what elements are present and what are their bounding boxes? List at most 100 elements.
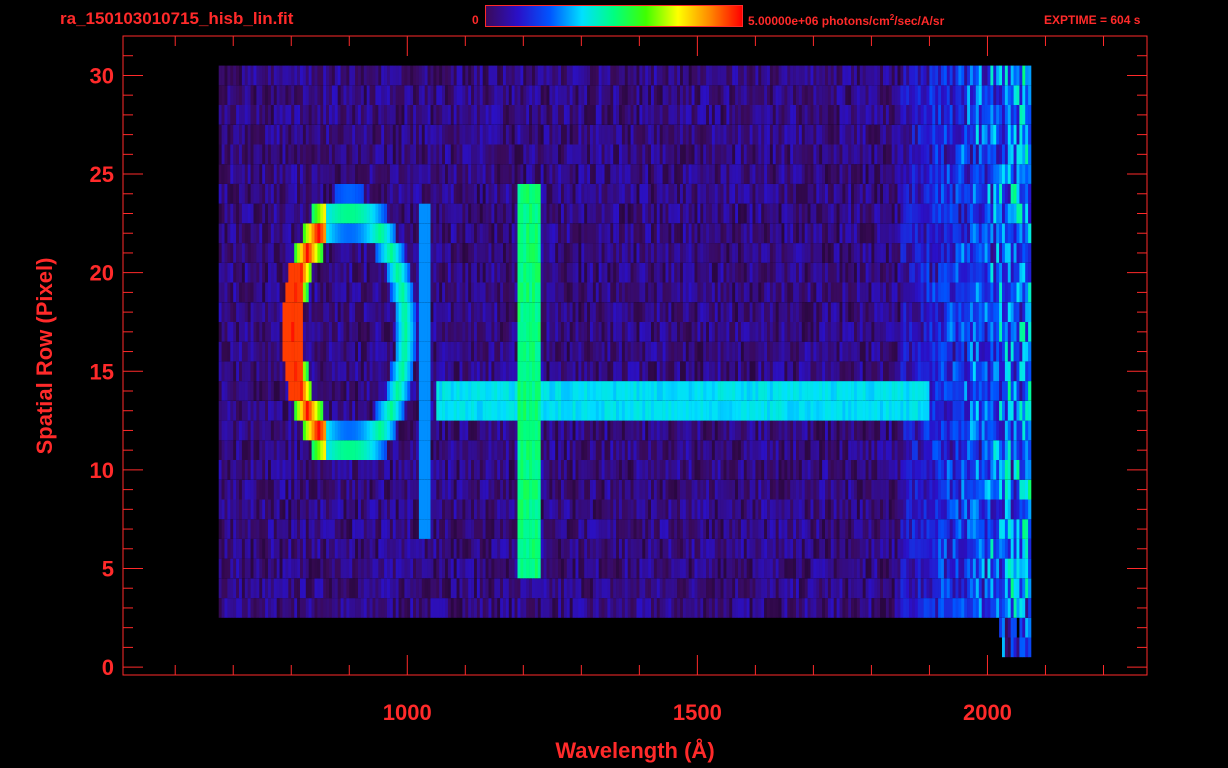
heatmap-cell [314, 578, 318, 599]
heatmap-cell [294, 341, 298, 362]
heatmap-cell [981, 282, 985, 303]
heatmap-cell [520, 302, 524, 322]
heatmap-cell [830, 598, 834, 618]
heatmap-cell [459, 440, 463, 460]
heatmap-cell [909, 440, 913, 460]
heatmap-cell [955, 479, 959, 500]
heatmap-cell [662, 341, 666, 362]
heatmap-cell [610, 282, 614, 303]
heatmap-cell [297, 341, 301, 362]
heatmap-cell [526, 282, 530, 303]
heatmap-cell [819, 538, 823, 559]
heatmap-cell [856, 400, 861, 421]
heatmap-cell [972, 558, 977, 579]
heatmap-cell [607, 499, 611, 520]
heatmap-cell [914, 460, 919, 480]
heatmap-cell [294, 322, 298, 342]
heatmap-cell [807, 341, 811, 362]
heatmap-cell [758, 400, 762, 421]
heatmap-cell [949, 598, 953, 618]
heatmap-cell [685, 598, 689, 618]
heatmap-cell [787, 578, 791, 599]
heatmap-cell [987, 400, 991, 421]
heatmap-cell [714, 381, 718, 401]
heatmap-cell [761, 479, 765, 500]
heatmap-cell [642, 519, 646, 539]
heatmap-cell [563, 460, 568, 480]
heatmap-cell [511, 282, 515, 303]
heatmap-cell [314, 361, 318, 382]
heatmap-cell [1016, 322, 1020, 342]
heatmap-cell [682, 381, 687, 401]
heatmap-cell [900, 578, 904, 599]
heatmap-cell [700, 479, 704, 500]
heatmap-cell [247, 420, 251, 441]
heatmap-cell [233, 558, 237, 579]
heatmap-cell [236, 381, 240, 401]
heatmap-cell [651, 341, 655, 362]
heatmap-cell [355, 262, 359, 283]
heatmap-cell [749, 302, 753, 322]
heatmap-cell [427, 499, 431, 520]
heatmap-cell [227, 262, 231, 283]
heatmap-cell [294, 262, 298, 283]
heatmap-cell [331, 598, 336, 618]
heatmap-cell [639, 400, 643, 421]
heatmap-cell [900, 519, 904, 539]
heatmap-cell [738, 519, 742, 539]
heatmap-cell [607, 282, 611, 303]
heatmap-cell [534, 262, 539, 283]
heatmap-cell [822, 381, 826, 401]
heatmap-cell [912, 302, 916, 322]
heatmap-cell [445, 381, 449, 401]
heatmap-cell [987, 460, 991, 480]
heatmap-cell [671, 440, 675, 460]
heatmap-cell [804, 578, 808, 599]
heatmap-cell [500, 420, 504, 441]
heatmap-cell [459, 381, 463, 401]
heatmap-cell [755, 341, 759, 362]
heatmap-cell [389, 322, 394, 342]
heatmap-cell [883, 578, 887, 599]
heatmap-cell [1013, 460, 1017, 480]
heatmap-cell [540, 282, 544, 303]
heatmap-cell [256, 538, 260, 559]
heatmap-cell [833, 381, 837, 401]
heatmap-cell [648, 322, 652, 342]
heatmap-cell [384, 558, 388, 579]
heatmap-cell [305, 538, 309, 559]
heatmap-cell [250, 460, 254, 480]
heatmap-cell [758, 341, 762, 362]
heatmap-cell [717, 400, 721, 421]
heatmap-cell [729, 519, 733, 539]
heatmap-cell [923, 302, 927, 322]
heatmap-cell [424, 578, 428, 599]
heatmap-cell [505, 420, 510, 441]
heatmap-cell [540, 499, 544, 520]
heatmap-cell [241, 578, 246, 599]
heatmap-cell [929, 598, 933, 618]
heatmap-cell [366, 578, 370, 599]
heatmap-cell [955, 420, 959, 441]
heatmap-cell [732, 460, 736, 480]
heatmap-cell [781, 322, 785, 342]
heatmap-cell [447, 361, 452, 382]
heatmap-cell [862, 381, 866, 401]
heatmap-cell [569, 558, 573, 579]
heatmap-cell [848, 322, 852, 342]
heatmap-cell [900, 499, 904, 520]
heatmap-cell [265, 341, 269, 362]
heatmap-cell [796, 420, 800, 441]
heatmap-cell [694, 538, 698, 559]
heatmap-cell [868, 558, 872, 579]
heatmap-cell [784, 440, 788, 460]
heatmap-cell [1004, 499, 1009, 520]
heatmap-cell [897, 302, 901, 322]
heatmap-cell [946, 538, 950, 559]
heatmap-cell [555, 322, 559, 342]
heatmap-cell [532, 322, 536, 342]
heatmap-cell [488, 558, 492, 579]
heatmap-cell [996, 479, 1000, 500]
heatmap-cell [836, 578, 840, 599]
heatmap-cell [987, 598, 991, 618]
